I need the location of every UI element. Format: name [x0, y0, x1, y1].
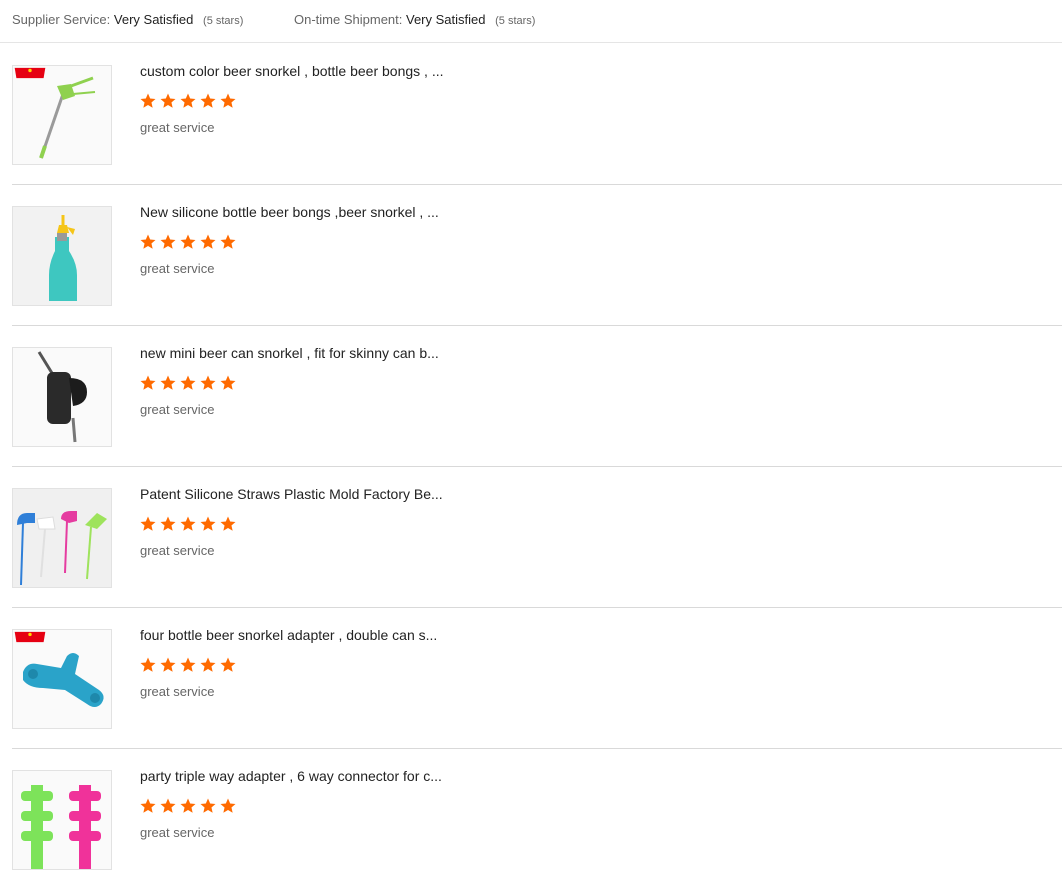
star-icon [180, 657, 196, 672]
review-product-title[interactable]: Patent Silicone Straws Plastic Mold Fact… [140, 486, 443, 502]
review-stars [139, 515, 237, 533]
review-comment: great service [140, 120, 215, 135]
star-icon [180, 798, 196, 813]
star-icon [200, 93, 216, 108]
beer-snorkel-green-image[interactable] [12, 65, 112, 165]
review-comment: great service [140, 261, 215, 276]
supplier-service-label: Supplier Service: [12, 12, 111, 27]
rating-summary-bar: Supplier Service: Very Satisfied (5 star… [0, 0, 1062, 43]
star-icon [160, 798, 176, 813]
star-icon [180, 375, 196, 390]
review-product-title[interactable]: new mini beer can snorkel , fit for skin… [140, 345, 439, 361]
star-icon [220, 516, 236, 531]
star-icon [200, 375, 216, 390]
star-icon [180, 93, 196, 108]
ontime-shipment-label: On-time Shipment: [294, 12, 403, 27]
blue-adapter-image[interactable] [12, 629, 112, 729]
star-icon [220, 375, 236, 390]
star-icon [220, 657, 236, 672]
review-stars [139, 233, 237, 251]
review-product-title[interactable]: four bottle beer snorkel adapter , doubl… [140, 627, 437, 643]
review-item: New silicone bottle beer bongs ,beer sno… [12, 185, 1062, 326]
star-icon [200, 657, 216, 672]
review-product-title[interactable]: party triple way adapter , 6 way connect… [140, 768, 442, 784]
review-stars [139, 374, 237, 392]
review-item: custom color beer snorkel , bottle beer … [12, 44, 1062, 185]
star-icon [160, 93, 176, 108]
star-icon [200, 234, 216, 249]
bottle-snorkel-image[interactable] [12, 206, 112, 306]
ontime-shipment-stars-note: (5 stars) [495, 15, 536, 27]
star-icon [140, 93, 156, 108]
star-icon [140, 657, 156, 672]
star-icon [160, 234, 176, 249]
long-runner-badge [14, 631, 46, 643]
review-item: Patent Silicone Straws Plastic Mold Fact… [12, 467, 1062, 608]
review-product-title[interactable]: New silicone bottle beer bongs ,beer sno… [140, 204, 439, 220]
star-icon [220, 93, 236, 108]
ontime-shipment-value: Very Satisfied [406, 12, 486, 27]
supplier-service-stars-note: (5 stars) [203, 15, 244, 27]
star-icon [160, 375, 176, 390]
supplier-service-value: Very Satisfied [113, 12, 194, 27]
triple-adapter-image[interactable] [12, 770, 112, 870]
star-icon [200, 516, 216, 531]
star-icon [140, 798, 156, 813]
long-runner-badge [14, 67, 46, 79]
review-stars [139, 656, 237, 674]
star-icon [140, 375, 156, 390]
review-item: four bottle beer snorkel adapter , doubl… [12, 608, 1062, 749]
star-icon [140, 234, 156, 249]
star-icon [160, 516, 176, 531]
black-can-snorkel-image[interactable] [12, 347, 112, 447]
star-icon [220, 234, 236, 249]
review-product-title[interactable]: custom color beer snorkel , bottle beer … [140, 63, 444, 79]
star-icon [140, 516, 156, 531]
review-item: party triple way adapter , 6 way connect… [12, 749, 1062, 890]
review-comment: great service [140, 825, 215, 840]
star-icon [160, 657, 176, 672]
star-icon [180, 234, 196, 249]
supplier-service-rating: Supplier Service: Very Satisfied (5 star… [12, 12, 243, 27]
review-stars [139, 797, 237, 815]
review-stars [139, 92, 237, 110]
star-icon [180, 516, 196, 531]
review-comment: great service [140, 684, 215, 699]
silicone-straws-image[interactable] [12, 488, 112, 588]
star-icon [200, 798, 216, 813]
review-comment: great service [140, 543, 215, 558]
ontime-shipment-rating: On-time Shipment: Very Satisfied (5 star… [294, 12, 535, 27]
review-item: new mini beer can snorkel , fit for skin… [12, 326, 1062, 467]
review-comment: great service [140, 402, 215, 417]
star-icon [220, 798, 236, 813]
